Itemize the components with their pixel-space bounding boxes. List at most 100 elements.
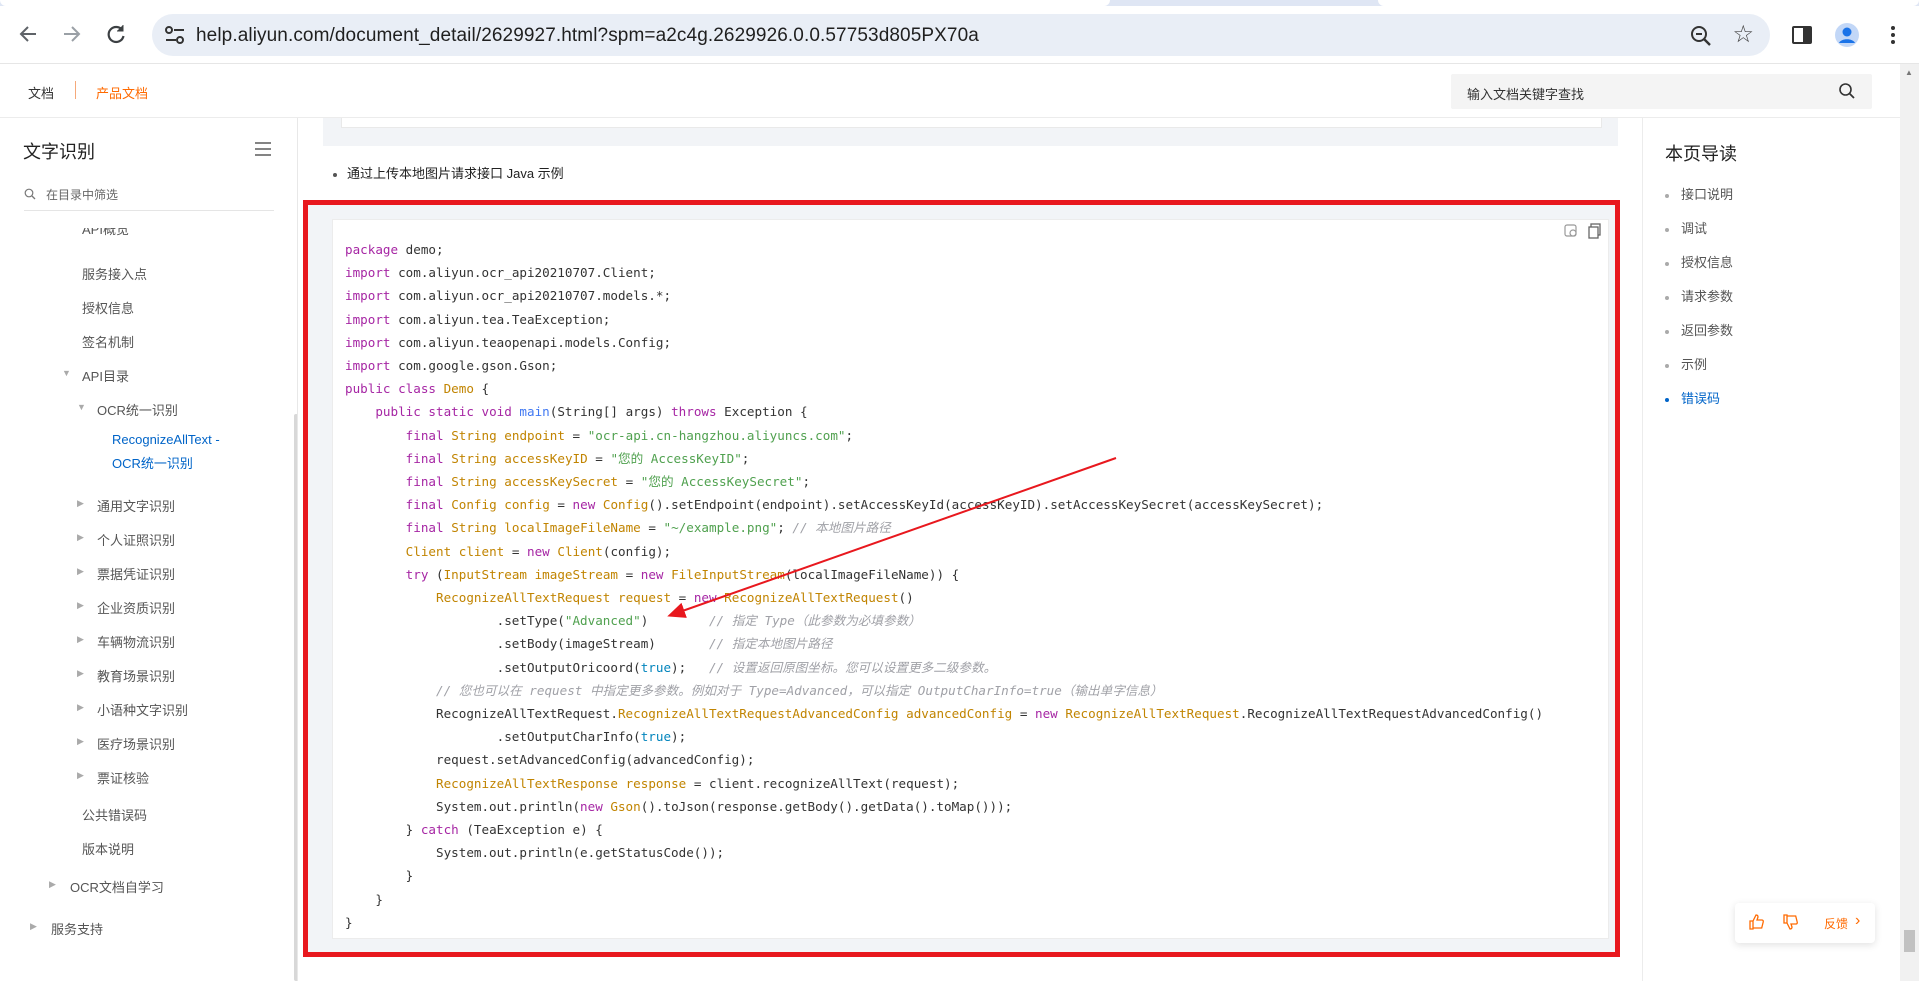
doc-search-input[interactable]: 输入文档关键字查找: [1451, 74, 1872, 109]
zoom-icon[interactable]: [1688, 23, 1714, 49]
sidebar-item-verification[interactable]: 票证核验: [97, 768, 149, 787]
reload-icon[interactable]: [102, 20, 130, 48]
sidebar-item-service-support[interactable]: 服务支持: [51, 919, 103, 938]
sidebar-item-medical[interactable]: 医疗场景识别: [97, 734, 175, 753]
sidebar-item-id-cards[interactable]: 个人证照识别: [97, 530, 175, 549]
toc-item-label: 调试: [1681, 221, 1708, 236]
code-token: // 指定 Type（此参数为必填参数）: [708, 613, 921, 629]
sidebar-item-recognize-all-text[interactable]: RecognizeAllText - OCR统一识别: [112, 428, 220, 476]
forward-icon[interactable]: [58, 20, 86, 48]
caret-right-icon[interactable]: ▶: [49, 879, 56, 890]
chevron-right-icon[interactable]: ›: [1855, 912, 1860, 930]
code-token: new: [527, 543, 550, 559]
code-token: String: [451, 520, 497, 536]
sidebar-item-signature[interactable]: 签名机制: [82, 332, 134, 351]
caret-right-icon[interactable]: ▶: [77, 770, 84, 781]
code-token: RecognizeAllTextRequest: [436, 590, 611, 606]
sidebar-item-ocr-self-study[interactable]: OCR文档自学习: [70, 877, 164, 896]
back-icon[interactable]: [14, 20, 42, 48]
code-token: =: [640, 520, 664, 536]
doc-content: 通过上传本地图片请求接口 Java 示例 package demo; impor…: [299, 118, 1642, 981]
toc-item[interactable]: 接口说明: [1665, 184, 1733, 203]
sidebar-item-version-notes[interactable]: 版本说明: [82, 839, 134, 858]
caret-right-icon[interactable]: ▶: [77, 566, 84, 577]
thumbs-up-icon[interactable]: [1747, 913, 1765, 931]
code-token: =: [564, 427, 588, 443]
browser-toolbar: help.aliyun.com/document_detail/2629927.…: [0, 6, 1919, 64]
sidebar-item-receipts[interactable]: 票据凭证识别: [97, 564, 175, 583]
code-token: com.aliyun.ocr_api20210707.models.*;: [390, 288, 672, 304]
side-panel-icon[interactable]: [1789, 22, 1815, 48]
sidebar-item-endpoint[interactable]: 服务接入点: [82, 264, 147, 283]
code-token: Exception {: [716, 404, 808, 420]
toc-bullet: [1665, 363, 1669, 368]
code-token: Gson: [610, 798, 641, 814]
caret-right-icon[interactable]: ▶: [30, 921, 37, 932]
site-info-icon[interactable]: [164, 25, 186, 45]
caret-right-icon[interactable]: ▶: [77, 736, 84, 747]
code-token: String: [451, 450, 497, 466]
caret-right-icon[interactable]: ▶: [77, 634, 84, 645]
copy-icon[interactable]: [1586, 222, 1604, 240]
code-token: advancedConfig: [906, 706, 1013, 722]
sidebar-filter-input[interactable]: 在目录中筛选: [24, 186, 274, 211]
caret-down-icon[interactable]: ▼: [77, 402, 86, 412]
sidebar-scrollbar[interactable]: [294, 414, 297, 981]
thumbs-down-icon[interactable]: [1781, 913, 1799, 931]
more-menu-icon[interactable]: [1880, 22, 1906, 48]
page-scrollbar[interactable]: ▲: [1900, 64, 1919, 981]
code-token: public class: [345, 381, 436, 397]
caret-right-icon[interactable]: ▶: [77, 498, 84, 509]
toc-item[interactable]: 示例: [1665, 354, 1707, 373]
code-token: import: [345, 334, 391, 350]
code-token: RecognizeAllTextRequest.: [345, 706, 618, 722]
toc-bullet: [1665, 261, 1669, 266]
address-bar[interactable]: help.aliyun.com/document_detail/2629927.…: [152, 14, 1770, 56]
code-token: (localImageFileName)) {: [784, 566, 960, 582]
bookmark-star-icon[interactable]: ☆: [1732, 22, 1754, 48]
code-token: client: [458, 543, 505, 559]
sidebar-item-general-text[interactable]: 通用文字识别: [97, 496, 175, 515]
scrollbar-thumb[interactable]: [1904, 930, 1915, 952]
sidebar-item-api-overview[interactable]: API概览: [82, 228, 129, 238]
caret-right-icon[interactable]: ▶: [77, 702, 84, 713]
sidebar-item-minor-lang[interactable]: 小语种文字识别: [97, 700, 188, 719]
caret-right-icon[interactable]: ▶: [77, 532, 84, 543]
toc-item[interactable]: 授权信息: [1665, 252, 1733, 271]
nav-docs-link[interactable]: 文档: [28, 83, 54, 102]
search-icon[interactable]: [1838, 82, 1856, 100]
caret-down-icon[interactable]: ▼: [62, 368, 71, 378]
nav-product-docs-link[interactable]: 产品文档: [96, 83, 148, 102]
toc-item[interactable]: 请求参数: [1665, 286, 1733, 305]
code-token: "~/example.png": [663, 520, 778, 536]
toc-item[interactable]: 错误码: [1665, 388, 1720, 407]
sidebar-item-vehicle[interactable]: 车辆物流识别: [97, 632, 175, 651]
toc-item[interactable]: 返回参数: [1665, 320, 1733, 339]
bullet-dot: [333, 172, 337, 177]
menu-list-icon[interactable]: [253, 140, 273, 158]
caret-right-icon[interactable]: ▶: [77, 600, 84, 611]
scroll-up-icon[interactable]: ▲: [1905, 68, 1913, 77]
profile-avatar-icon[interactable]: [1834, 22, 1860, 48]
code-block[interactable]: package demo; import com.aliyun.ocr_api2…: [332, 219, 1609, 939]
toc-item-label: 请求参数: [1681, 289, 1734, 304]
sidebar-item-ocr-unified[interactable]: OCR统一识别: [97, 400, 178, 419]
sidebar-item-enterprise[interactable]: 企业资质识别: [97, 598, 175, 617]
sidebar-item-auth[interactable]: 授权信息: [82, 298, 134, 317]
feedback-label[interactable]: 反馈: [1824, 915, 1848, 932]
sidebar-item-api-dir[interactable]: API目录: [82, 366, 129, 385]
code-token: =: [671, 590, 694, 606]
url-text[interactable]: help.aliyun.com/document_detail/2629927.…: [196, 25, 979, 47]
caret-right-icon[interactable]: ▶: [77, 668, 84, 679]
code-token: final: [405, 497, 444, 513]
sidebar-item-education[interactable]: 教育场景识别: [97, 666, 175, 685]
code-token: final: [405, 474, 444, 490]
sidebar-item-public-errors[interactable]: 公共错误码: [82, 805, 147, 824]
toc-item[interactable]: 调试: [1665, 218, 1707, 237]
run-code-icon[interactable]: [1562, 222, 1580, 240]
code-token: String: [451, 427, 497, 443]
code-token: config: [504, 497, 550, 513]
code-token: package: [345, 242, 399, 257]
